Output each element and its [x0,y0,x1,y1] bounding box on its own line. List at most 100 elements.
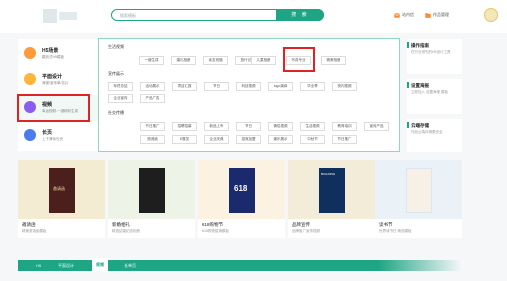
tag-link[interactable]: 一键生成 [139,56,164,65]
search-placeholder: 搜索模板 [120,13,136,18]
book-poster [406,168,432,213]
category-subtitle: 翻页式H5模板 [42,55,64,59]
category-graphic-design[interactable]: 平面设计 海报/宣传单/名片 [18,67,98,93]
search-button[interactable]: 搜 索 [276,9,324,21]
tag-link[interactable]: 精美相册 [321,56,346,65]
tag-link[interactable]: 节日推广 [140,122,165,131]
works-label: 作品管理 [433,12,449,17]
messages-label: 站内信 [402,12,414,17]
category-h5[interactable]: H5场景 翻页式H5模板 [18,41,98,67]
tag-link[interactable]: 企业庆典 [204,135,229,144]
wedding-poster [139,168,165,213]
template-desc: 品牌推广宣传视频 [292,229,320,233]
tab-h5[interactable]: H5 [36,263,41,268]
tag-link[interactable]: 活动展示 [140,82,165,91]
card-title: 云端存储 [411,123,429,128]
tag-link[interactable]: 婚礼相册 [171,56,196,65]
site-logo[interactable] [43,9,77,23]
poster-settings-card[interactable]: 设置海报 立即加入 设置海报 模板 [407,79,462,114]
category-subtitle: 上下滑动长页 [42,137,63,141]
tag-link[interactable]: 产品广告 [140,94,165,103]
section-title: 社交传播 [108,110,124,115]
tag-link[interactable]: 节日推广 [332,135,357,144]
top-header: 搜索模板 搜 索 站内信 作品管理 [0,0,507,33]
template-card[interactable]: 读书节 世界读书日 精选模板 [375,160,462,238]
category-tab-bar: H5 平面设计 视频 长单页 [18,258,462,271]
tag-link[interactable]: 生活视频 [300,122,325,131]
category-title: H5场景 [42,48,59,54]
highlight-video-category [17,94,90,122]
tag-link[interactable]: 亲友祝福 [203,56,228,65]
template-card[interactable]: 邀请函 邀请函 精美邀请函模板 [18,160,105,238]
sale-poster: 618 [229,168,255,213]
template-name: 邀请函 [22,222,36,227]
tag-link[interactable]: 快闪视频 [332,82,357,91]
template-name: 品牌宣传 [292,222,310,227]
folder-icon [425,12,431,18]
tag-link[interactable]: 娱乐展示 [268,135,293,144]
mail-icon [394,12,400,18]
poster-text: 618 [234,184,248,193]
template-card[interactable]: 新婚相礼 精选结婚纪念相册 [108,160,195,238]
category-title: 平面设计 [42,74,63,80]
category-subtitle: 海报/宣传单/名片 [42,81,69,85]
h5-icon [24,47,36,59]
category-long-page[interactable]: 长页 上下滑动长页 [18,123,98,149]
highlight-tag-box [283,47,315,72]
template-thumbnail [375,160,462,219]
operation-guide-card[interactable]: 操作指南 在行业领先的H5设计工具 [407,39,462,74]
video-category-panel: 生活视频 一键生成 婚礼相册 亲友祝福 旅行记录 儿童相册 写真专业 精美相册 … [98,38,400,152]
template-name: 618购物节 [202,222,224,227]
tag-link[interactable]: 节日 [236,122,261,131]
tag-link[interactable]: 儿童相册 [251,56,276,65]
tag-link[interactable]: 中秋节 [300,135,325,144]
tag-link[interactable]: 年终总结 [108,82,133,91]
card-subtitle: 在行业领先的H5设计工具 [411,50,451,54]
tag-link[interactable]: 招聘招募 [172,122,197,131]
tag-link[interactable]: 毕业季 [300,82,325,91]
template-desc: 精选结婚纪念相册 [112,229,140,233]
user-avatar[interactable] [484,8,498,22]
brand-poster: BUILDING [319,168,345,213]
tab-graphic-design[interactable]: 平面设计 [58,263,74,269]
card-title: 操作指南 [411,43,429,48]
cloud-storage-card[interactable]: 云端存储 作品云端存储更安全 [407,119,462,152]
card-title: 设置海报 [411,83,429,88]
poster-text: 邀请函 [53,186,65,191]
tag-link[interactable]: 新品上市 [204,122,229,131]
tag-link[interactable]: 邀请函 [140,135,165,144]
template-card[interactable]: BUILDING 品牌宣传 品牌推广宣传视频 [288,160,375,238]
template-thumbnail: 618 [198,160,285,219]
tab-video[interactable]: 视频 [92,258,108,271]
tag-link[interactable]: 教育培训 [332,122,357,131]
category-title: 长页 [42,130,53,136]
template-desc: 618购物促销模板 [202,229,229,233]
messages-link[interactable]: 站内信 [394,12,414,18]
works-link[interactable]: 作品管理 [425,12,449,18]
invitation-poster: 邀请函 [49,168,75,213]
template-desc: 世界读书日 精选模板 [379,229,412,233]
tag-link[interactable]: E展览 [172,135,197,144]
tag-link[interactable]: 宣传产品 [364,122,389,131]
long-page-icon [24,129,36,141]
template-thumbnail: BUILDING [288,160,375,219]
card-subtitle: 立即加入 设置海报 模板 [411,90,448,94]
tag-link[interactable]: 项目汇报 [172,82,197,91]
poster-text: BUILDING [321,172,336,176]
tab-long-page[interactable]: 长单页 [124,263,136,269]
section-title: 生活视频 [108,44,124,49]
tag-link[interactable]: 节日 [204,82,229,91]
tag-link[interactable]: 科技视频 [236,82,261,91]
tag-link[interactable]: 情侣视频 [268,122,293,131]
template-thumbnail: 邀请函 [18,160,105,219]
template-name: 读书节 [379,222,393,227]
tag-link[interactable]: 企业宣传 [108,94,133,103]
template-card[interactable]: 618 618购物节 618购物促销模板 [198,160,285,238]
tag-link[interactable]: logo演绎 [268,82,293,91]
template-name: 新婚相礼 [112,222,130,227]
card-subtitle: 作品云端存储更安全 [411,130,443,134]
design-icon [24,73,36,85]
tag-link[interactable]: 招商加盟 [236,135,261,144]
template-thumbnail [108,160,195,219]
template-desc: 精美邀请函模板 [22,229,47,233]
